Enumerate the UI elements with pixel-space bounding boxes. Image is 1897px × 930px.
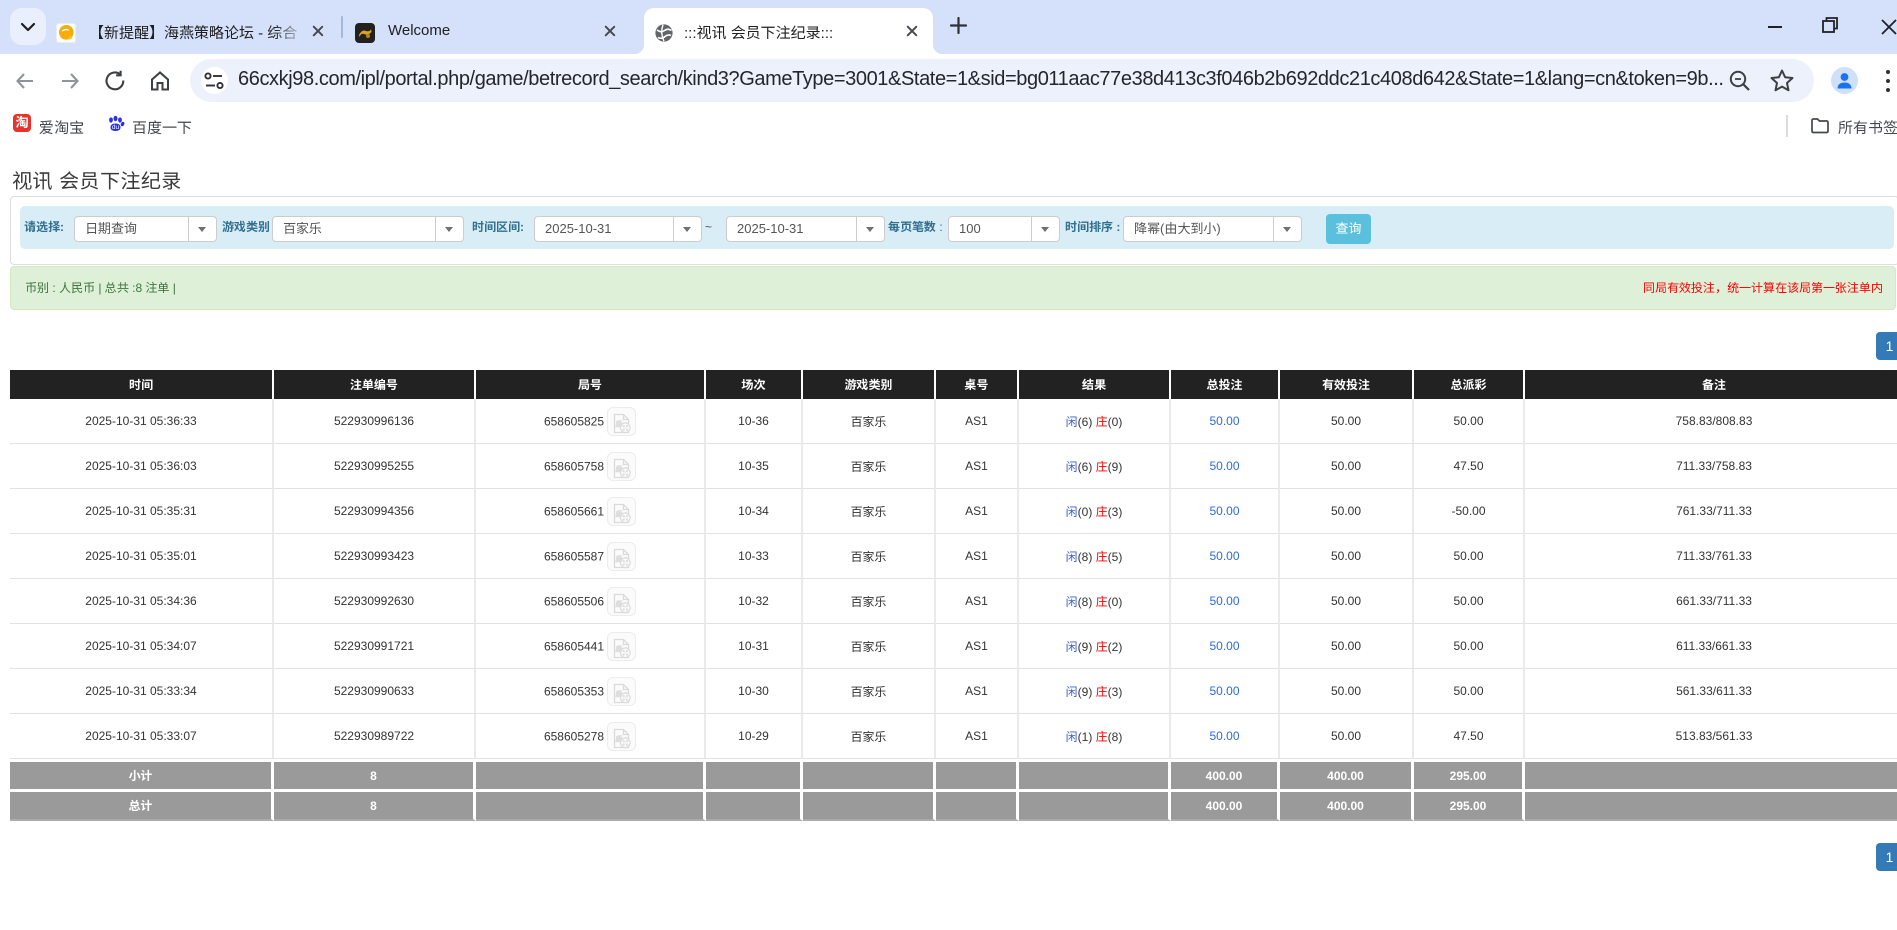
svg-text:du: du — [112, 124, 120, 131]
